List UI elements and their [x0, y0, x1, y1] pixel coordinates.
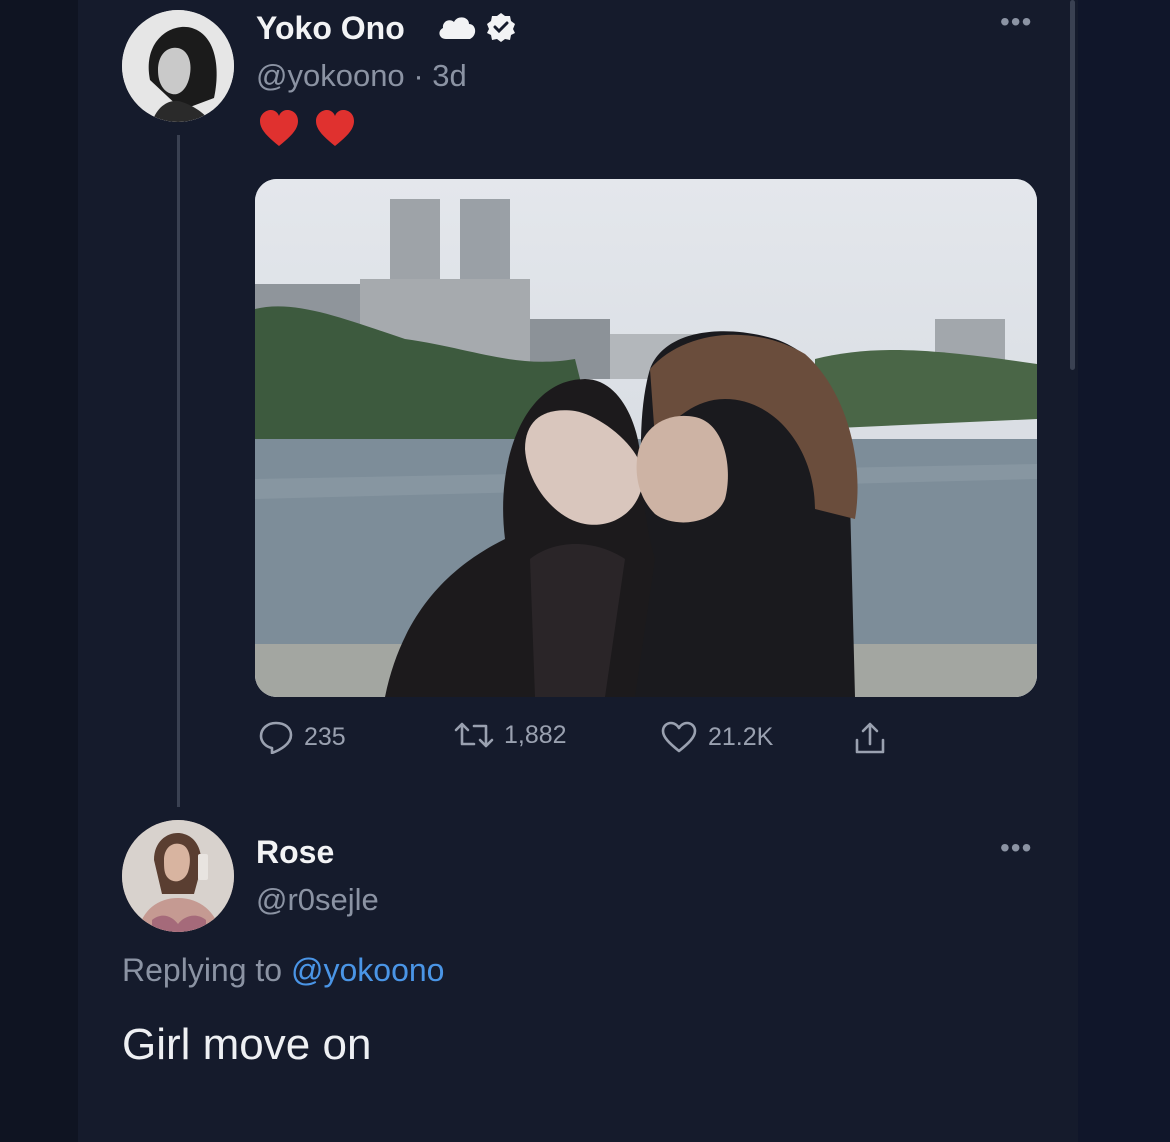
tweet-photo-image — [255, 179, 1037, 697]
avatar-rose-image — [122, 820, 234, 932]
replying-to-line: Replying to @yokoono — [122, 952, 444, 989]
tweet-author-meta: @yokoono · 3d — [256, 58, 467, 94]
cloud-icon — [439, 17, 476, 39]
reply-more-menu-icon[interactable]: ••• — [1000, 832, 1032, 864]
share-action[interactable] — [852, 720, 888, 756]
reply-author-name[interactable]: Rose — [256, 834, 334, 871]
heart-emoji-icon — [260, 110, 298, 146]
like-count: 21.2K — [708, 722, 774, 751]
reply-icon — [259, 721, 293, 754]
retweet-action[interactable]: 1,882 — [454, 720, 567, 750]
share-icon — [855, 722, 885, 754]
replying-to-mention[interactable]: @yokoono — [291, 952, 444, 988]
like-heart-icon — [661, 721, 697, 753]
author-badges — [436, 12, 516, 42]
tweet-age[interactable]: 3d — [432, 58, 466, 93]
right-edge — [1078, 0, 1170, 1142]
meta-separator: · — [413, 58, 424, 93]
avatar-rose[interactable] — [122, 820, 234, 932]
tweet-photo[interactable] — [255, 179, 1037, 697]
avatar-yoko-image — [122, 10, 234, 122]
reply-author-handle[interactable]: @r0sejle — [256, 882, 379, 918]
tweet-more-menu-icon[interactable]: ••• — [1000, 6, 1032, 38]
reply-count: 235 — [304, 722, 346, 751]
verified-badge-icon — [487, 13, 515, 42]
heart-emoji-icon — [316, 110, 354, 146]
avatar-yoko[interactable] — [122, 10, 234, 122]
tweet-text — [258, 108, 356, 148]
retweet-icon — [454, 722, 494, 748]
reply-action[interactable]: 235 — [258, 720, 346, 754]
tweet-author-name[interactable]: Yoko Ono — [256, 10, 405, 47]
retweet-count: 1,882 — [504, 720, 567, 749]
thread-line — [177, 135, 180, 807]
left-edge — [0, 0, 78, 1142]
tweet-author-handle[interactable]: @yokoono — [256, 58, 405, 93]
replying-to-label: Replying to — [122, 952, 283, 988]
scrollbar[interactable] — [1070, 0, 1075, 370]
reply-text: Girl move on — [122, 1020, 372, 1069]
tweet-actions: 235 1,882 21.2K — [258, 720, 918, 760]
like-action[interactable]: 21.2K — [660, 720, 773, 754]
